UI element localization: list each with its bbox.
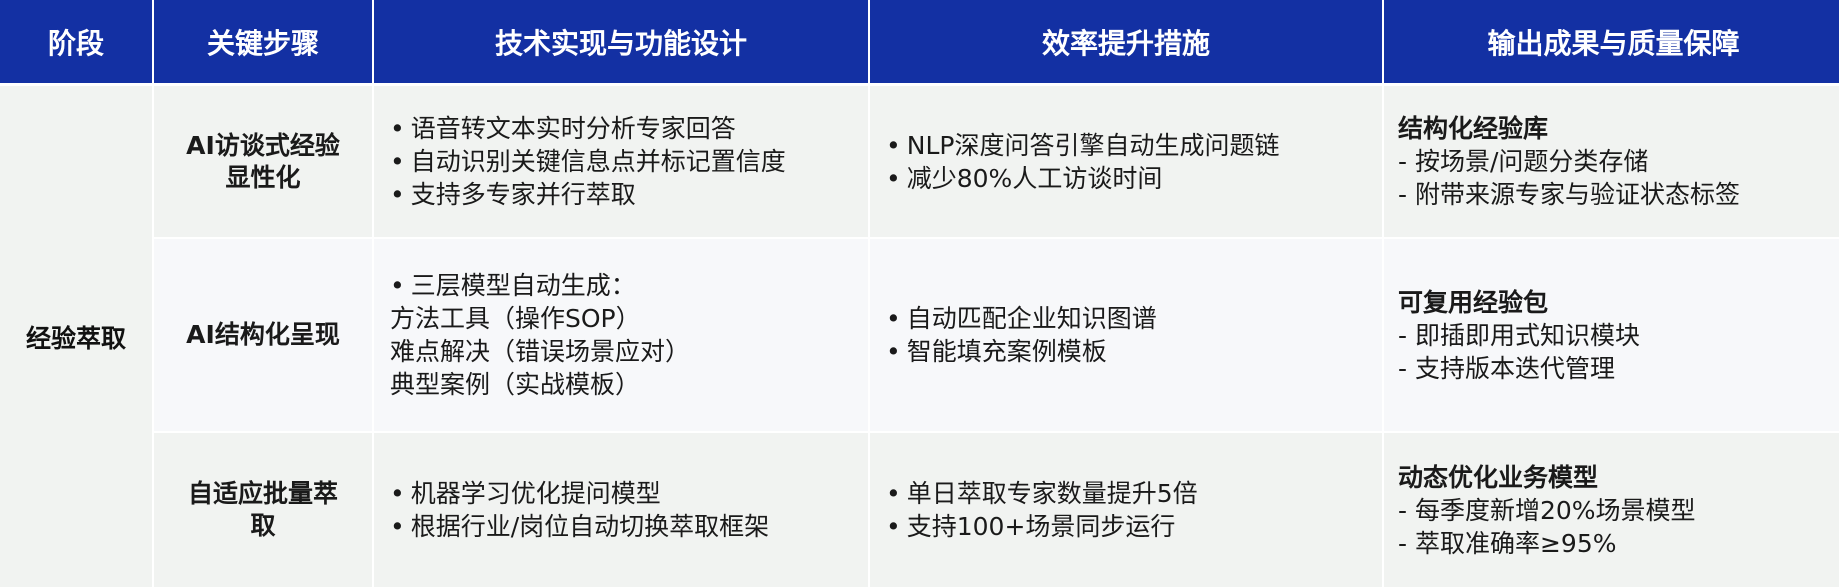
- output-item: 按场景/问题分类存储: [1398, 145, 1827, 178]
- tech-item: 语音转文本实时分析专家回答: [390, 112, 852, 145]
- output-item: 萃取准确率≥95%: [1398, 527, 1827, 560]
- tech-cell: 机器学习优化提问模型 根据行业/岗位自动切换萃取框架: [374, 433, 868, 587]
- tech-subitem: 难点解决（错误场景应对）: [390, 337, 691, 366]
- output-cell: 动态优化业务模型 每季度新增20%场景模型 萃取准确率≥95%: [1384, 433, 1839, 587]
- tech-item: 三层模型自动生成：: [390, 269, 852, 302]
- step-text: AI访谈式经验: [186, 130, 340, 160]
- header-output: 输出成果与质量保障: [1384, 0, 1839, 86]
- tech-subitem: 典型案例（实战模板）: [390, 370, 641, 399]
- output-title: 结构化经验库: [1398, 114, 1549, 143]
- output-cell: 结构化经验库 按场景/问题分类存储 附带来源专家与验证状态标签: [1384, 86, 1839, 239]
- step-text: AI结构化呈现: [186, 320, 340, 349]
- efficiency-item: 支持100+场景同步运行: [886, 510, 1366, 543]
- output-title: 动态优化业务模型: [1398, 462, 1599, 492]
- output-item: 每季度新增20%场景模型: [1398, 494, 1827, 527]
- tech-item: 支持多专家并行萃取: [390, 178, 852, 211]
- efficiency-item: NLP深度问答引擎自动生成问题链: [886, 129, 1366, 162]
- step-cell: AI访谈式经验 显性化: [154, 86, 372, 239]
- output-item: 附带来源专家与验证状态标签: [1398, 178, 1827, 211]
- process-table: 阶段 关键步骤 技术实现与功能设计 效率提升措施 输出成果与质量保障 经验萃取 …: [0, 0, 1839, 587]
- output-cell: 可复用经验包 即插即用式知识模块 支持版本迭代管理: [1384, 239, 1839, 433]
- efficiency-cell: NLP深度问答引擎自动生成问题链 减少80%人工访谈时间: [870, 86, 1382, 239]
- efficiency-item: 自动匹配企业知识图谱: [886, 302, 1366, 335]
- efficiency-item: 智能填充案例模板: [886, 335, 1366, 368]
- step-cell: 自适应批量萃 取: [154, 433, 372, 587]
- header-efficiency: 效率提升措施: [870, 0, 1382, 86]
- step-text: 自适应批量萃: [187, 479, 338, 508]
- efficiency-item: 减少80%人工访谈时间: [886, 162, 1366, 195]
- header-key-step: 关键步骤: [154, 0, 372, 86]
- step-text: 取: [250, 511, 276, 540]
- tech-cell: 三层模型自动生成： 方法工具（操作SOP） 难点解决（错误场景应对） 典型案例（…: [374, 239, 868, 433]
- output-item: 即插即用式知识模块: [1398, 319, 1827, 352]
- efficiency-item: 单日萃取专家数量提升5倍: [886, 477, 1366, 510]
- efficiency-cell: 单日萃取专家数量提升5倍 支持100+场景同步运行: [870, 433, 1382, 587]
- stage-cell: 经验萃取: [0, 86, 152, 587]
- tech-cell: 语音转文本实时分析专家回答 自动识别关键信息点并标记置信度 支持多专家并行萃取: [374, 86, 868, 239]
- header-stage: 阶段: [0, 0, 152, 86]
- tech-item: 根据行业/岗位自动切换萃取框架: [390, 510, 852, 543]
- step-cell: AI结构化呈现: [154, 239, 372, 433]
- step-text: 显性化: [225, 162, 301, 192]
- efficiency-cell: 自动匹配企业知识图谱 智能填充案例模板: [870, 239, 1382, 433]
- tech-subitem: 方法工具（操作SOP）: [390, 304, 641, 333]
- tech-item: 自动识别关键信息点并标记置信度: [390, 145, 852, 178]
- tech-item: 机器学习优化提问模型: [390, 477, 852, 510]
- output-title: 可复用经验包: [1398, 287, 1549, 317]
- header-tech: 技术实现与功能设计: [374, 0, 868, 86]
- output-item: 支持版本迭代管理: [1398, 352, 1827, 385]
